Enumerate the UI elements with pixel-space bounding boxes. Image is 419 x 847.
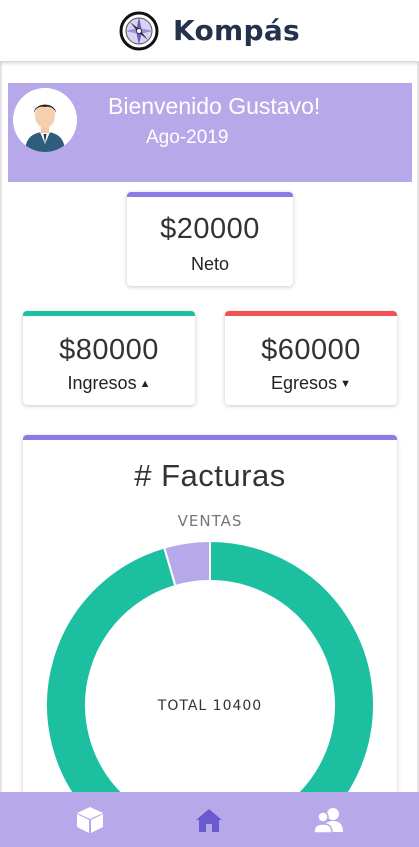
welcome-period: Ago-2019 (146, 127, 229, 148)
neto-card[interactable]: $20000 Neto (127, 192, 293, 286)
nav-users-button[interactable] (309, 800, 349, 840)
egresos-label-row: Egresos ▼ (225, 373, 397, 394)
facturas-donut-chart: VENTAS TOTAL 10400 (45, 512, 375, 815)
nav-products-button[interactable] (70, 800, 110, 840)
ingresos-card[interactable]: $80000 Ingresos ▲ (23, 311, 195, 405)
cube-icon (76, 806, 103, 833)
neto-amount: $20000 (160, 213, 260, 245)
caret-down-icon[interactable]: ▼ (340, 378, 351, 390)
bottom-nav (0, 792, 419, 847)
welcome-banner: Bienvenido Gustavo! Ago-2019 (8, 83, 412, 182)
nav-home-button[interactable] (189, 800, 229, 840)
egresos-amount: $60000 (261, 334, 361, 366)
user-avatar-icon[interactable] (13, 88, 77, 152)
neto-label: Neto (190, 254, 230, 274)
caret-up-icon[interactable]: ▲ (140, 378, 151, 390)
home-icon (196, 808, 223, 832)
egresos-card[interactable]: $60000 Egresos ▼ (225, 311, 397, 405)
welcome-greeting: Bienvenido Gustavo! (108, 93, 321, 119)
facturas-title: # Facturas (134, 458, 286, 493)
compass-icon (119, 11, 159, 50)
donut-center-total: TOTAL 10400 (157, 698, 262, 714)
ingresos-amount: $80000 (59, 334, 159, 366)
ingresos-label-row: Ingresos ▲ (23, 373, 195, 394)
facturas-chart-card: VENTAS TOTAL 10400 # Facturas (23, 435, 397, 815)
app-title: Kompás (172, 14, 301, 47)
donut-slice-0[interactable] (45, 539, 375, 815)
egresos-label: Egresos (271, 373, 338, 393)
top-bar: Kompás (0, 0, 419, 62)
series-label-ventas: VENTAS (178, 512, 243, 530)
users-icon (313, 807, 344, 834)
ingresos-label: Ingresos (67, 373, 137, 393)
